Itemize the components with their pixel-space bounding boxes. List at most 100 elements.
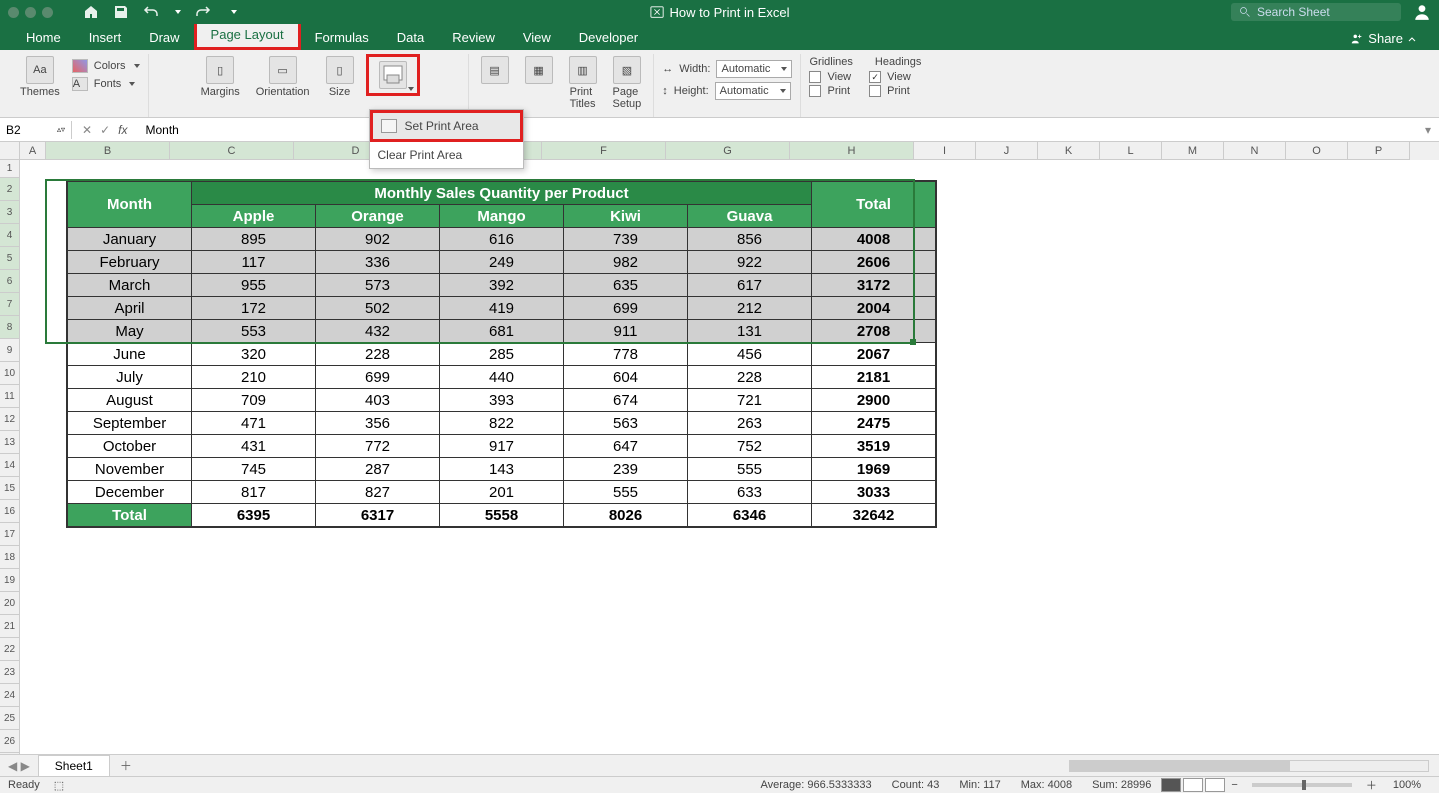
tab-draw[interactable]: Draw (135, 25, 193, 50)
row-header[interactable]: 18 (0, 546, 20, 569)
tab-data[interactable]: Data (383, 25, 438, 50)
spreadsheet-grid[interactable]: ABCDEFGHIJKLMNOP 12345678910111213141516… (0, 142, 1439, 763)
share-button[interactable]: Share (1340, 27, 1427, 50)
row-header[interactable]: 8 (0, 316, 20, 339)
row-header[interactable]: 1 (0, 160, 20, 178)
macro-record-icon[interactable]: ⬚ (54, 779, 64, 792)
ribbon-tabs: Home Insert Draw Page Layout Formulas Da… (0, 24, 1439, 50)
row-header[interactable]: 26 (0, 730, 20, 753)
row-header[interactable]: 11 (0, 385, 20, 408)
row-header[interactable]: 23 (0, 661, 20, 684)
qat-customize-icon[interactable] (231, 10, 237, 14)
column-header-H[interactable]: H (790, 142, 914, 160)
page-break-view-button[interactable] (1205, 778, 1225, 792)
select-all-corner[interactable] (0, 142, 20, 160)
row-header[interactable]: 19 (0, 569, 20, 592)
column-header-P[interactable]: P (1348, 142, 1410, 160)
zoom-in-button[interactable]: ＋ (1360, 777, 1383, 793)
column-header-O[interactable]: O (1286, 142, 1348, 160)
row-header[interactable]: 5 (0, 247, 20, 270)
row-header[interactable]: 9 (0, 339, 20, 362)
themes-button[interactable]: Aa Themes (16, 54, 64, 100)
row-header[interactable]: 7 (0, 293, 20, 316)
fonts-button[interactable]: AFonts (72, 76, 140, 92)
zoom-slider[interactable] (1252, 783, 1352, 787)
set-print-area-item[interactable]: Set Print Area (370, 110, 523, 142)
tab-insert[interactable]: Insert (75, 25, 136, 50)
background-button[interactable]: ▦ (521, 54, 557, 100)
formula-expand-icon[interactable]: ▾ (1417, 123, 1439, 137)
row-header[interactable]: 14 (0, 454, 20, 477)
margins-button[interactable]: ▯Margins (197, 54, 244, 100)
tab-review[interactable]: Review (438, 25, 509, 50)
sheet-tab-sheet1[interactable]: Sheet1 (38, 755, 110, 776)
page-layout-view-button[interactable] (1183, 778, 1203, 792)
user-icon[interactable] (1413, 3, 1431, 21)
column-header-M[interactable]: M (1162, 142, 1224, 160)
row-header[interactable]: 4 (0, 224, 20, 247)
column-header-A[interactable]: A (20, 142, 46, 160)
headings-print-checkbox[interactable]: Print (869, 84, 911, 98)
row-header[interactable]: 2 (0, 178, 20, 201)
add-sheet-button[interactable]: ＋ (110, 754, 142, 777)
row-header[interactable]: 15 (0, 477, 20, 500)
search-icon (1239, 6, 1251, 18)
gridlines-print-checkbox[interactable]: Print (809, 84, 851, 98)
orientation-button[interactable]: ▭Orientation (252, 54, 314, 100)
row-header[interactable]: 21 (0, 615, 20, 638)
sheet-nav[interactable]: ◀ ▶ (0, 759, 38, 773)
size-button[interactable]: ▯Size (322, 54, 358, 100)
enter-icon[interactable]: ✓ (100, 123, 110, 137)
row-header[interactable]: 24 (0, 684, 20, 707)
breaks-button[interactable]: ▤ (477, 54, 513, 100)
row-header[interactable]: 17 (0, 523, 20, 546)
redo-icon[interactable] (195, 4, 211, 20)
column-header-F[interactable]: F (542, 142, 666, 160)
cancel-icon[interactable]: ✕ (82, 123, 92, 137)
row-header[interactable]: 13 (0, 431, 20, 454)
column-header-L[interactable]: L (1100, 142, 1162, 160)
print-area-button[interactable]: Set Print Area Clear Print Area (366, 54, 420, 96)
column-header-G[interactable]: G (666, 142, 790, 160)
normal-view-button[interactable] (1161, 778, 1181, 792)
row-header[interactable]: 20 (0, 592, 20, 615)
horizontal-scrollbar[interactable] (1069, 760, 1429, 772)
name-box[interactable]: B2▵▿ (0, 121, 72, 139)
undo-dropdown-icon[interactable] (175, 10, 181, 14)
data-table: MonthMonthly Sales Quantity per ProductT… (66, 180, 937, 528)
row-header[interactable]: 22 (0, 638, 20, 661)
page-setup-button[interactable]: ▧Page Setup (609, 54, 646, 112)
tab-home[interactable]: Home (12, 25, 75, 50)
column-header-I[interactable]: I (914, 142, 976, 160)
fx-icon[interactable]: fx (118, 123, 127, 137)
zoom-out-button[interactable]: − (1225, 779, 1243, 791)
column-header-K[interactable]: K (1038, 142, 1100, 160)
column-header-C[interactable]: C (170, 142, 294, 160)
row-header[interactable]: 16 (0, 500, 20, 523)
tab-formulas[interactable]: Formulas (301, 25, 383, 50)
row-header[interactable]: 12 (0, 408, 20, 431)
save-icon[interactable] (113, 4, 129, 20)
clear-print-area-item[interactable]: Clear Print Area (370, 142, 523, 168)
tab-view[interactable]: View (509, 25, 565, 50)
row-header[interactable]: 10 (0, 362, 20, 385)
undo-icon[interactable] (143, 4, 159, 20)
row-header[interactable]: 25 (0, 707, 20, 730)
gridlines-view-checkbox[interactable]: View (809, 70, 851, 84)
height-select[interactable]: Automatic (715, 82, 791, 100)
formula-input[interactable]: Month (137, 121, 1417, 139)
search-sheet-input[interactable]: Search Sheet (1231, 3, 1401, 21)
headings-view-checkbox[interactable]: ✓View (869, 70, 911, 84)
window-controls[interactable] (8, 7, 53, 18)
width-select[interactable]: Automatic (716, 60, 792, 78)
row-header[interactable]: 3 (0, 201, 20, 224)
tab-developer[interactable]: Developer (565, 25, 652, 50)
home-icon[interactable] (83, 4, 99, 20)
column-header-J[interactable]: J (976, 142, 1038, 160)
chevron-up-icon[interactable] (1407, 34, 1417, 44)
row-header[interactable]: 6 (0, 270, 20, 293)
column-header-B[interactable]: B (46, 142, 170, 160)
print-titles-button[interactable]: ▥Print Titles (565, 54, 601, 112)
column-header-N[interactable]: N (1224, 142, 1286, 160)
colors-button[interactable]: Colors (72, 58, 140, 74)
